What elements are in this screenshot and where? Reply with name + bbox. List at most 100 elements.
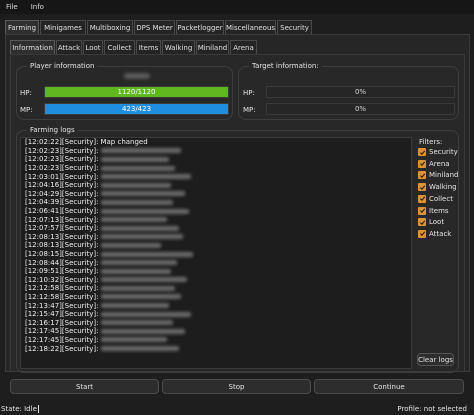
log-message-redacted xyxy=(101,268,172,274)
filter-security[interactable]: Security xyxy=(418,148,458,156)
tab-arena[interactable]: Arena xyxy=(230,40,257,55)
log-message-redacted xyxy=(101,277,188,283)
tab-collect[interactable]: Collect xyxy=(104,40,135,55)
log-line: [12:02:22][Security]: Map changed xyxy=(21,138,411,147)
log-timestamp: [12:18:22][Security]: xyxy=(25,344,99,353)
log-line: [12:04:39][Security]: xyxy=(21,198,411,207)
filter-items[interactable]: Items xyxy=(418,206,449,215)
target-hp-label: HP: xyxy=(243,89,255,97)
log-timestamp: [12:02:23][Security]: xyxy=(25,164,99,173)
checkbox-checked-icon[interactable] xyxy=(418,194,426,203)
log-timestamp: [12:04:29][Security]: xyxy=(25,189,99,198)
tab-packetlogger[interactable]: Packetlogger xyxy=(176,20,224,35)
log-timestamp: [12:08:44][Security]: xyxy=(25,258,99,267)
log-message-redacted xyxy=(101,225,180,231)
filter-miniland[interactable]: Miniland xyxy=(418,171,459,180)
stop-button[interactable]: Stop xyxy=(162,379,311,394)
player-mp-label: MP: xyxy=(20,106,33,114)
log-message-redacted xyxy=(101,242,162,248)
log-message-redacted xyxy=(101,182,172,188)
log-timestamp: [12:02:23][Security]: xyxy=(25,155,99,164)
status-bar: State: Idle Profile: not selected xyxy=(0,404,474,415)
log-line: [12:08:44][Security]: xyxy=(21,258,411,267)
filter-attack[interactable]: Attack xyxy=(418,229,452,238)
tab-farming[interactable]: Farming xyxy=(5,20,39,35)
log-line: [12:09:51][Security]: xyxy=(21,267,411,276)
log-line: [12:18:22][Security]: xyxy=(21,344,411,353)
filter-loot[interactable]: Loot xyxy=(418,218,444,227)
checkbox-checked-icon[interactable] xyxy=(418,206,426,215)
start-button[interactable]: Start xyxy=(10,379,159,394)
log-message-redacted xyxy=(101,156,170,162)
filter-label: Miniland xyxy=(429,171,459,180)
tab-information[interactable]: Information xyxy=(10,40,55,55)
clear-logs-button[interactable]: Clear logs xyxy=(417,353,454,366)
log-timestamp: [12:07:13][Security]: xyxy=(25,215,99,224)
farming-tab-bar: Information Attack Loot Collect Items Wa… xyxy=(10,40,258,55)
target-mp-text: 0% xyxy=(354,105,367,113)
log-line: [12:15:47][Security]: xyxy=(21,310,411,319)
log-timestamp: [12:13:47][Security]: xyxy=(25,301,99,310)
log-line: [12:08:13][Security]: xyxy=(21,241,411,250)
target-info-title: Target information: xyxy=(249,62,322,70)
player-hp-text: 1120/1120 xyxy=(117,88,156,96)
filter-label: Arena xyxy=(429,159,450,168)
log-line: [12:12:58][Security]: xyxy=(21,284,411,293)
log-list[interactable]: [12:02:22][Security]: Map changed [12:02:2… xyxy=(20,137,412,369)
player-mp-bar: 423/423 xyxy=(44,103,229,115)
profile-text: Profile: not selected xyxy=(397,405,467,413)
menu-file[interactable]: File xyxy=(4,2,20,12)
log-message-redacted xyxy=(101,199,174,205)
log-message-redacted xyxy=(101,234,184,240)
log-message-redacted xyxy=(101,311,192,317)
continue-button[interactable]: Continue xyxy=(314,379,464,394)
checkbox-checked-icon[interactable] xyxy=(418,229,426,238)
tab-miniland[interactable]: Miniland xyxy=(196,40,229,55)
target-mp-bar: 0% xyxy=(266,103,455,115)
log-line: [12:02:23][Security]: xyxy=(21,147,411,156)
tab-attack[interactable]: Attack xyxy=(56,40,82,55)
menu-info[interactable]: Info xyxy=(29,2,46,12)
log-timestamp: [12:10:32][Security]: xyxy=(25,275,99,284)
log-message-redacted xyxy=(101,337,168,343)
checkbox-checked-icon[interactable] xyxy=(418,171,426,180)
checkbox-checked-icon[interactable] xyxy=(418,148,426,156)
log-message-redacted xyxy=(101,285,176,291)
log-line: [12:13:47][Security]: xyxy=(21,301,411,310)
log-message-redacted xyxy=(101,251,194,257)
log-line: [12:07:57][Security]: xyxy=(21,224,411,233)
filter-walking[interactable]: Walking xyxy=(418,183,457,192)
log-timestamp: [12:06:41][Security]: xyxy=(25,207,99,216)
tab-items[interactable]: Items xyxy=(136,40,161,55)
log-line: [12:12:58][Security]: xyxy=(21,293,411,302)
tab-security[interactable]: Security xyxy=(277,20,312,35)
player-name xyxy=(124,73,150,79)
log-line: [12:17:45][Security]: xyxy=(21,336,411,345)
checkbox-checked-icon[interactable] xyxy=(418,159,426,168)
tab-minigames[interactable]: Minigames xyxy=(40,20,86,35)
tab-miscellaneous[interactable]: Miscellaneous xyxy=(225,20,276,35)
checkbox-checked-icon[interactable] xyxy=(418,218,426,227)
filter-arena[interactable]: Arena xyxy=(418,159,450,168)
log-line: [12:08:13][Security]: xyxy=(21,233,411,242)
filter-collect[interactable]: Collect xyxy=(418,194,453,203)
target-hp-bar: 0% xyxy=(266,86,455,98)
filter-label: Attack xyxy=(429,229,452,238)
log-message-redacted xyxy=(101,303,170,309)
log-timestamp: [12:17:45][Security]: xyxy=(25,335,99,344)
state-text: State: Idle xyxy=(1,405,39,413)
log-message: Map changed xyxy=(100,138,148,147)
log-timestamp: [12:12:58][Security]: xyxy=(25,284,99,293)
log-line: [12:02:23][Security]: xyxy=(21,155,411,164)
tab-walking[interactable]: Walking xyxy=(162,40,195,55)
tab-multiboxing[interactable]: Multiboxing xyxy=(87,20,133,35)
tab-dps-meter[interactable]: DPS Meter xyxy=(134,20,175,35)
log-message-redacted xyxy=(101,191,186,197)
log-timestamp: [12:08:15][Security]: xyxy=(25,250,99,259)
tab-loot[interactable]: Loot xyxy=(83,40,103,55)
player-info-title: Player information xyxy=(27,62,98,70)
log-line: [12:03:01][Security]: xyxy=(21,172,411,181)
log-message-redacted xyxy=(101,328,186,334)
log-timestamp: [12:09:51][Security]: xyxy=(25,267,99,276)
checkbox-checked-icon[interactable] xyxy=(418,183,426,192)
